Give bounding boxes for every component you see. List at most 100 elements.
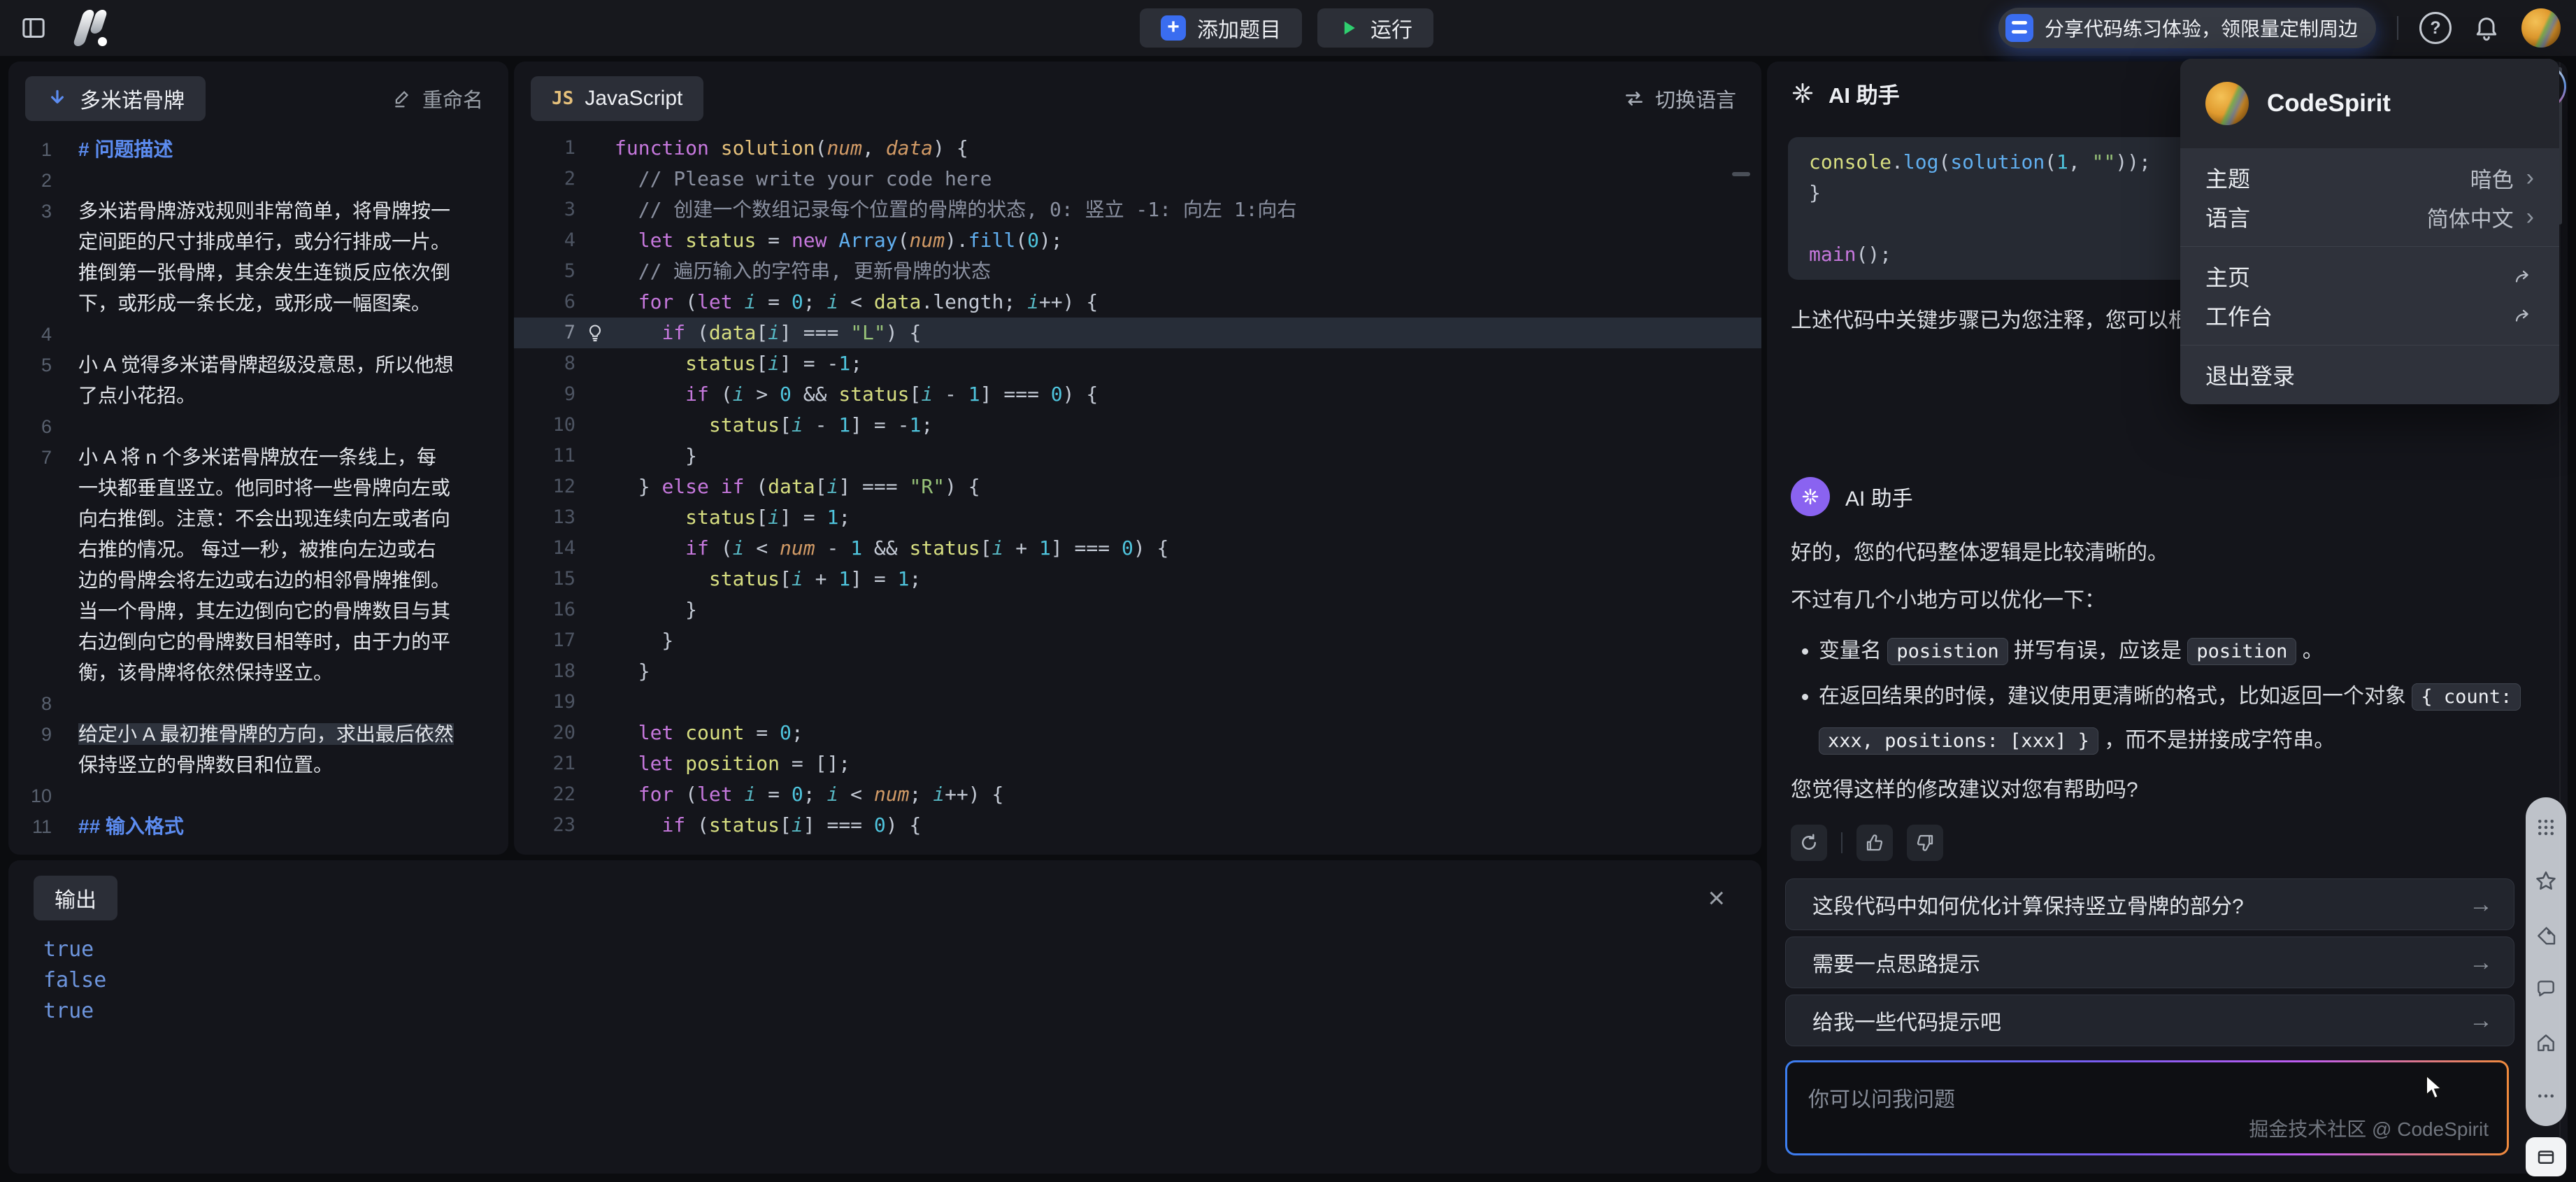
regenerate-button[interactable]	[1791, 825, 1827, 861]
chip-label: 需要一点思路提示	[1812, 947, 1980, 978]
code-line[interactable]: 16 }	[514, 594, 1761, 625]
line-number: 9	[514, 379, 575, 410]
swap-arrows-icon	[1623, 87, 1645, 110]
code-text: let position = [];	[615, 748, 1761, 779]
code-text: status[i + 1] = 1;	[615, 564, 1761, 594]
code-line[interactable]: 23 if (status[i] === 0) {	[514, 810, 1761, 841]
code-line[interactable]: 5 // 遍历输入的字符串, 更新骨牌的状态	[514, 256, 1761, 287]
menu-item-value: 暗色	[2470, 162, 2514, 194]
code-line[interactable]: 15 status[i + 1] = 1;	[514, 564, 1761, 594]
problem-text: 给定小 A 最初推骨牌的方向，求出最后依然保持竖立的骨牌数目和位置。	[78, 719, 455, 781]
help-icon[interactable]: ?	[2419, 12, 2452, 44]
grid-icon[interactable]	[2535, 817, 2556, 838]
rename-button[interactable]: 重命名	[392, 84, 483, 113]
code-line[interactable]: 7 if (data[i] === "L") {	[514, 318, 1761, 348]
language-tab-label: JavaScript	[585, 87, 682, 111]
code-line[interactable]: 2 // Please write your code here	[514, 164, 1761, 194]
code-text: }	[615, 656, 1761, 687]
code-line[interactable]: 3 // 创建一个数组记录每个位置的骨牌的状态, 0: 竖立 -1: 向左 1:…	[514, 194, 1761, 225]
line-number: 20	[514, 718, 575, 748]
ai-bullet-list: 变量名 posistion 拼写有误，应该是 position 。在返回结果的时…	[1791, 629, 2537, 763]
thumbs-up-button[interactable]	[1856, 825, 1893, 861]
code-line[interactable]: 18 }	[514, 656, 1761, 687]
output-tab[interactable]: 输出	[34, 876, 117, 920]
inline-code: position	[2187, 638, 2296, 665]
code-line[interactable]: 6 for (let i = 0; i < data.length; i++) …	[514, 287, 1761, 318]
code-line[interactable]: 22 for (let i = 0; i < num; i++) {	[514, 779, 1761, 810]
line-number: 5	[8, 350, 78, 380]
sidebar-toggle-icon[interactable]	[20, 14, 48, 42]
code-line[interactable]: 10 status[i - 1] = -1;	[514, 410, 1761, 441]
comment-icon[interactable]	[2535, 978, 2557, 1000]
line-number: 3	[8, 196, 78, 227]
suggestion-chip[interactable]: 这段代码中如何优化计算保持竖立骨牌的部分?→	[1785, 878, 2514, 930]
ai-question-input[interactable]: 你可以问我问题 掘金技术社区 @ CodeSpirit	[1787, 1062, 2507, 1153]
ai-input-border: 你可以问我问题 掘金技术社区 @ CodeSpirit	[1785, 1060, 2509, 1155]
line-number: 11	[514, 441, 575, 471]
code-line[interactable]: 20 let count = 0;	[514, 718, 1761, 748]
problem-line: 3多米诺骨牌游戏规则非常简单，将骨牌按一定间距的尺寸排成单行，或分行排成一片。推…	[8, 196, 508, 319]
code-line[interactable]: 9 if (i > 0 && status[i - 1] === 0) {	[514, 379, 1761, 410]
tag-icon[interactable]	[2535, 925, 2557, 947]
suggestion-chip[interactable]: 需要一点思路提示→	[1785, 937, 2514, 988]
code-line[interactable]: 4 let status = new Array(num).fill(0);	[514, 225, 1761, 256]
lightbulb-icon[interactable]	[575, 318, 615, 348]
language-tab[interactable]: JS JavaScript	[531, 76, 703, 121]
line-number: 10	[514, 410, 575, 441]
code-text: if (status[i] === 0) {	[615, 810, 1761, 841]
window-button[interactable]	[2526, 1137, 2566, 1176]
add-problem-button[interactable]: 添加题目	[1140, 8, 1302, 48]
scrollbar-mark	[1732, 172, 1750, 176]
line-number: 1	[8, 134, 78, 165]
close-icon[interactable]: ×	[1708, 883, 1725, 913]
user-avatar[interactable]	[2521, 8, 2561, 48]
menu-item-主页[interactable]: 主页	[2180, 257, 2559, 296]
star-icon[interactable]	[2534, 869, 2558, 893]
home-icon[interactable]	[2535, 1032, 2557, 1054]
problem-line: 2	[8, 165, 508, 196]
floating-toolbar	[2526, 797, 2566, 1126]
code-text: }	[615, 594, 1761, 625]
community-watermark: 掘金技术社区 @ CodeSpirit	[2249, 1114, 2489, 1142]
code-line[interactable]: 8 status[i] = -1;	[514, 348, 1761, 379]
thumbs-down-button[interactable]	[1907, 825, 1943, 861]
ai-panel-title: AI 助手	[1829, 78, 1900, 109]
code-line[interactable]: 14 if (i < num - 1 && status[i + 1] === …	[514, 533, 1761, 564]
code-text	[615, 687, 1761, 718]
menu-item-语言[interactable]: 语言简体中文›	[2180, 197, 2559, 236]
code-line[interactable]: 17 }	[514, 625, 1761, 656]
promo-badge[interactable]: 分享代码练习体验，领限量定制周边	[1998, 8, 2376, 48]
problem-markdown[interactable]: 1# 问题描述2 3多米诺骨牌游戏规则非常简单，将骨牌按一定间距的尺寸排成单行，…	[8, 123, 508, 842]
app-logo[interactable]	[78, 10, 107, 46]
code-line[interactable]: 13 status[i] = 1;	[514, 502, 1761, 533]
plus-icon	[1161, 15, 1186, 41]
actions-divider	[1841, 832, 1842, 853]
code-line[interactable]: 11 }	[514, 441, 1761, 471]
problem-tab[interactable]: 多米诺骨牌	[25, 76, 206, 121]
menu-item-工作台[interactable]: 工作台	[2180, 296, 2559, 335]
mouse-cursor	[2424, 1074, 2447, 1101]
line-number: 7	[514, 318, 575, 348]
code-text: status[i] = -1;	[615, 348, 1761, 379]
output-tab-label: 输出	[55, 883, 96, 913]
code-line[interactable]: 12 } else if (data[i] === "R") {	[514, 471, 1761, 502]
switch-language-button[interactable]: 切换语言	[1623, 84, 1736, 113]
ellipsis-icon[interactable]	[2535, 1085, 2556, 1106]
gift-card-icon	[2005, 14, 2033, 42]
run-button[interactable]: 运行	[1317, 8, 1433, 48]
code-line[interactable]: 19	[514, 687, 1761, 718]
problem-text	[78, 411, 455, 442]
menu-item-退出登录[interactable]: 退出登录	[2180, 355, 2559, 394]
ai-message: AI 助手 好的，您的代码整体逻辑是比较清晰的。 不过有几个小地方可以优化一下：…	[1791, 477, 2537, 861]
code-line[interactable]: 21 let position = [];	[514, 748, 1761, 779]
add-problem-label: 添加题目	[1197, 13, 1281, 43]
suggestion-chip[interactable]: 给我一些代码提示吧→	[1785, 995, 2514, 1046]
ai-paragraph: 不过有几个小地方可以优化一下：	[1791, 585, 2537, 617]
code-line[interactable]: 1function solution(num, data) {	[514, 133, 1761, 164]
chevron-right-icon: ›	[2526, 166, 2534, 190]
line-number: 22	[514, 779, 575, 810]
code-editor[interactable]: 1function solution(num, data) {2 // Plea…	[514, 123, 1761, 841]
switch-language-label: 切换语言	[1655, 84, 1736, 113]
menu-item-主题[interactable]: 主题暗色›	[2180, 158, 2559, 197]
notifications-icon[interactable]	[2473, 14, 2500, 42]
